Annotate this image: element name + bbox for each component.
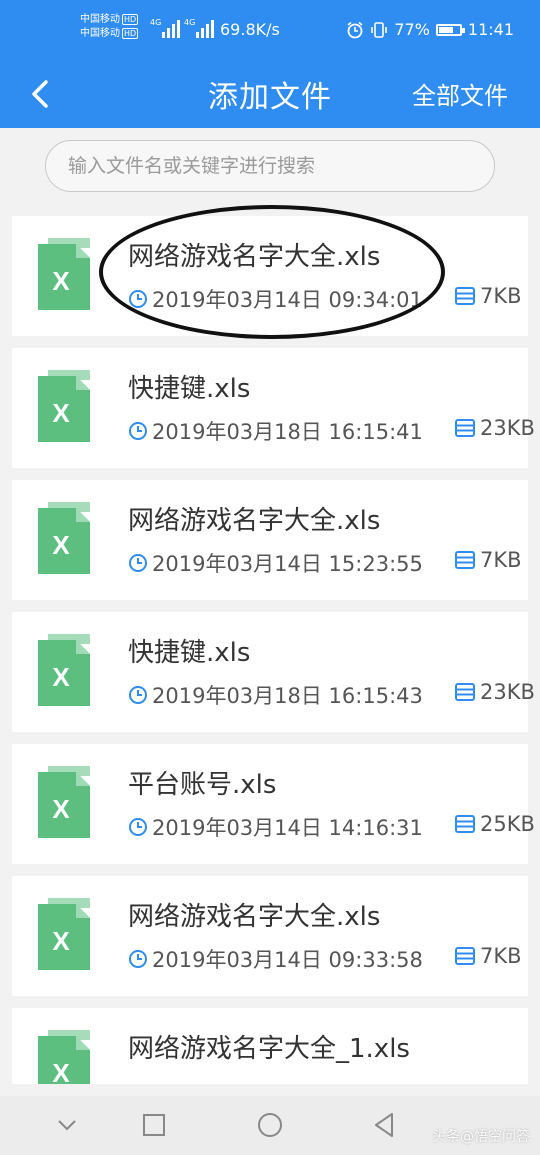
search-input[interactable]: 输入文件名或关键字进行搜索	[45, 140, 495, 192]
file-time-text: 2019年03月14日 09:33:58	[152, 948, 423, 972]
clock-icon	[129, 290, 147, 308]
file-time-text: 2019年03月18日 16:15:41	[152, 420, 423, 444]
status-bar: 中国移动 HD 中国移动 HD 4G 4G 69.8K/s 77% 11:41	[0, 0, 540, 62]
file-name: 网络游戏名字大全.xls	[128, 242, 381, 272]
chevron-down-icon[interactable]	[52, 1110, 82, 1140]
file-size-text: 25KB	[480, 812, 535, 836]
carrier-1-label: 中国移动	[80, 14, 120, 25]
file-size: 7KB	[454, 548, 522, 572]
back-triangle-icon[interactable]	[370, 1110, 400, 1140]
file-name: 快捷键.xls	[128, 638, 251, 668]
file-name: 网络游戏名字大全.xls	[128, 506, 381, 536]
file-list: X 网络游戏名字大全.xls 2019年03月14日 09:34:01 7KB X 快捷键…	[0, 216, 540, 1084]
clock-time: 11:41	[467, 20, 514, 39]
all-files-button[interactable]: 全部文件	[412, 76, 508, 111]
svg-text:X: X	[52, 266, 70, 296]
file-time-text: 2019年03月18日 16:15:43	[152, 684, 423, 708]
file-time-text: 2019年03月14日 15:23:55	[152, 552, 423, 576]
file-size-text: 7KB	[480, 548, 522, 572]
nav-bar: 添加文件 全部文件	[0, 62, 540, 128]
file-size-text: 23KB	[480, 416, 535, 440]
home-icon[interactable]	[255, 1110, 285, 1140]
file-name: 平台账号.xls	[128, 770, 277, 800]
file-time: 2019年03月14日 14:16:31	[128, 812, 423, 842]
vibrate-icon	[371, 21, 388, 38]
file-list-item[interactable]: X 网络游戏名字大全_1.xls	[12, 1008, 528, 1084]
clock-icon	[129, 818, 147, 836]
excel-file-icon: X	[38, 634, 90, 706]
file-size-text: 23KB	[480, 680, 535, 704]
storage-icon	[455, 419, 475, 437]
battery-icon	[435, 23, 465, 36]
carrier-info: 中国移动 HD 中国移动 HD	[80, 13, 139, 41]
file-size: 7KB	[454, 284, 522, 308]
excel-file-icon: X	[38, 898, 90, 970]
battery-fill	[438, 26, 453, 33]
excel-file-icon: X	[38, 1030, 90, 1084]
file-time: 2019年03月18日 16:15:41	[128, 416, 423, 446]
clock-icon	[129, 422, 147, 440]
carrier-2-label: 中国移动	[80, 28, 120, 39]
file-time-text: 2019年03月14日 09:34:01	[152, 288, 423, 312]
file-size: 7KB	[454, 944, 522, 968]
battery-percent: 77%	[394, 20, 430, 39]
clock-icon	[129, 554, 147, 572]
file-list-item[interactable]: X 网络游戏名字大全.xls 2019年03月14日 09:34:01 7KB	[12, 216, 528, 336]
excel-file-icon: X	[38, 238, 90, 310]
svg-text:X: X	[52, 926, 70, 956]
file-list-item[interactable]: X 网络游戏名字大全.xls 2019年03月14日 15:23:55 7KB	[12, 480, 528, 600]
storage-icon	[455, 815, 475, 833]
alarm-icon	[347, 21, 363, 38]
recent-apps-icon[interactable]	[139, 1110, 169, 1140]
svg-text:X: X	[52, 398, 70, 428]
file-list-item[interactable]: X 平台账号.xls 2019年03月14日 14:16:31 25KB	[12, 744, 535, 864]
signal-icon: 4G	[150, 18, 180, 40]
svg-text:X: X	[52, 530, 70, 560]
file-name: 网络游戏名字大全_1.xls	[128, 1034, 410, 1064]
file-size: 23KB	[454, 416, 535, 440]
file-size-text: 7KB	[480, 284, 522, 308]
status-right: 77% 11:41	[346, 20, 514, 39]
file-size: 23KB	[454, 680, 535, 704]
file-list-item[interactable]: X 快捷键.xls 2019年03月18日 16:15:41 23KB	[12, 348, 535, 468]
file-time: 2019年03月14日 09:34:01	[128, 284, 423, 314]
file-size-text: 7KB	[480, 944, 522, 968]
system-nav-bar: 头条@悟空问答	[0, 1096, 540, 1155]
clock-icon	[129, 686, 147, 704]
file-time: 2019年03月14日 09:33:58	[128, 944, 423, 974]
file-size: 25KB	[454, 812, 535, 836]
storage-icon	[455, 947, 475, 965]
excel-file-icon: X	[38, 502, 90, 574]
hd-badge: HD	[122, 28, 139, 39]
file-name: 网络游戏名字大全.xls	[128, 902, 381, 932]
storage-icon	[455, 551, 475, 569]
svg-text:X: X	[52, 1058, 70, 1084]
excel-file-icon: X	[38, 370, 90, 442]
excel-file-icon: X	[38, 766, 90, 838]
file-time: 2019年03月14日 15:23:55	[128, 548, 423, 578]
clock-icon	[129, 950, 147, 968]
network-speed: 69.8K/s	[220, 20, 280, 39]
storage-icon	[455, 287, 475, 305]
app-header: 中国移动 HD 中国移动 HD 4G 4G 69.8K/s 77% 11:41 …	[0, 0, 540, 128]
svg-text:X: X	[52, 794, 70, 824]
signal-icon: 4G	[184, 18, 214, 40]
storage-icon	[455, 683, 475, 701]
file-time: 2019年03月18日 16:15:43	[128, 680, 423, 710]
file-list-item[interactable]: X 快捷键.xls 2019年03月18日 16:15:43 23KB	[12, 612, 535, 732]
file-time-text: 2019年03月14日 14:16:31	[152, 816, 423, 840]
file-name: 快捷键.xls	[128, 374, 251, 404]
watermark: 头条@悟空问答	[432, 1129, 530, 1145]
file-list-item[interactable]: X 网络游戏名字大全.xls 2019年03月14日 09:33:58 7KB	[12, 876, 528, 996]
svg-text:X: X	[52, 662, 70, 692]
hd-badge: HD	[122, 14, 139, 25]
